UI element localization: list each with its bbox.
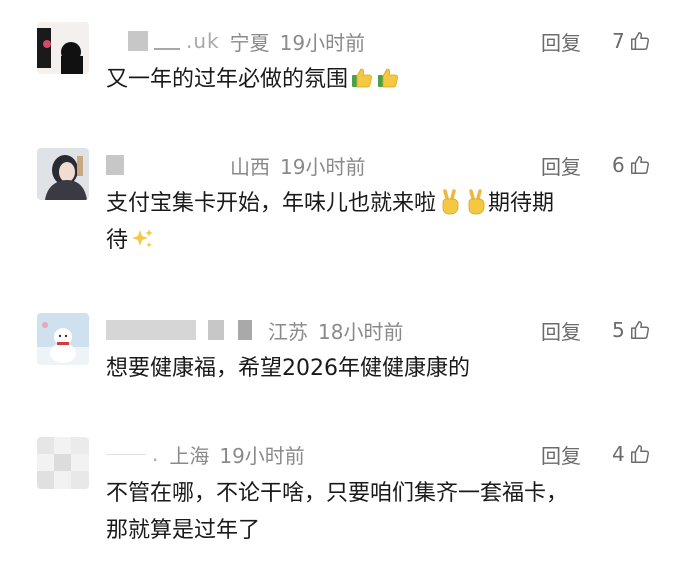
like-button[interactable]: 7 — [612, 26, 651, 56]
thumbs-up-emoji-icon — [352, 68, 372, 88]
victory-hand-emoji-icon — [442, 189, 459, 215]
comment-text-content: 想要健康福，希望2026年健健康康的 — [106, 356, 470, 381]
location: 上海 — [169, 443, 210, 468]
comment-text: 不管在哪，不论干啥，只要咱们集齐一套福卡， 那就算是过年了 — [106, 475, 666, 549]
username[interactable] — [106, 155, 230, 175]
timestamp: 19小时前 — [279, 30, 366, 55]
reply-button[interactable]: 回复 — [541, 150, 581, 180]
username-text: . — [152, 442, 160, 466]
comment-text-line: 待 — [106, 222, 666, 259]
thumbs-up-icon — [630, 321, 649, 339]
redacted-name-block — [154, 48, 180, 50]
timestamp: 19小时前 — [219, 443, 305, 468]
avatar[interactable] — [37, 313, 89, 365]
victory-hand-emoji-icon — [468, 189, 485, 215]
like-count: 4 — [612, 442, 625, 466]
location: 山西 — [230, 154, 270, 179]
thumbs-up-icon — [630, 32, 649, 50]
comment-text-content: 期待期 — [488, 191, 555, 216]
redacted-name-block — [128, 31, 148, 51]
comment-text-line: 那就算是过年了 — [106, 518, 261, 543]
redacted-name-block — [132, 164, 214, 166]
thumbs-up-icon — [630, 156, 649, 174]
redacted-name-block — [208, 320, 224, 340]
username[interactable]: . — [106, 442, 169, 466]
avatar[interactable] — [37, 22, 89, 74]
reply-button[interactable]: 回复 — [541, 26, 581, 56]
reply-button[interactable]: 回复 — [541, 315, 581, 345]
comment-meta: 山西 19小时前 — [106, 150, 365, 180]
redacted-name-block — [238, 320, 252, 340]
avatar[interactable] — [37, 148, 89, 200]
location: 江苏 — [268, 319, 308, 344]
like-count: 5 — [612, 318, 625, 342]
username[interactable] — [106, 320, 268, 340]
like-button[interactable]: 5 — [612, 315, 651, 345]
timestamp: 18小时前 — [318, 319, 404, 344]
thumbs-up-emoji-icon — [378, 68, 398, 88]
comment-text-line: 不管在哪，不论干啥，只要咱们集齐一套福卡， — [106, 481, 569, 506]
like-button[interactable]: 4 — [612, 439, 651, 469]
redacted-name-block — [106, 320, 196, 340]
comment-meta: .uk 宁夏 19小时前 — [106, 26, 365, 56]
comment-text: 支付宝集卡开始，年味儿也就来啦 期待期 待 — [106, 185, 666, 259]
thumbs-up-icon — [630, 445, 649, 463]
username-text: .uk — [186, 29, 220, 53]
redacted-name-block — [106, 155, 124, 175]
like-count: 6 — [612, 153, 625, 177]
reply-button[interactable]: 回复 — [541, 439, 581, 469]
username[interactable]: .uk — [106, 29, 230, 53]
comment-text-content: 待 — [106, 228, 129, 253]
comment-text-content: 又一年的过年必做的氛围 — [106, 67, 349, 92]
comment-text-line: 支付宝集卡开始，年味儿也就来啦 期待期 — [106, 185, 666, 222]
comment-text-content: 支付宝集卡开始，年味儿也就来啦 — [106, 191, 437, 216]
comment-meta: . 上海 19小时前 — [106, 439, 305, 469]
comment-text: 想要健康福，希望2026年健健康康的 — [106, 350, 666, 387]
redacted-name-block — [106, 453, 146, 455]
location: 宁夏 — [229, 30, 270, 55]
like-count: 7 — [612, 29, 625, 53]
avatar[interactable] — [37, 437, 89, 489]
comment-meta: 江苏 18小时前 — [106, 315, 403, 345]
comment-text: 又一年的过年必做的氛围 — [106, 61, 666, 98]
like-button[interactable]: 6 — [612, 150, 651, 180]
sparkles-emoji-icon — [132, 229, 154, 248]
timestamp: 19小时前 — [280, 154, 366, 179]
